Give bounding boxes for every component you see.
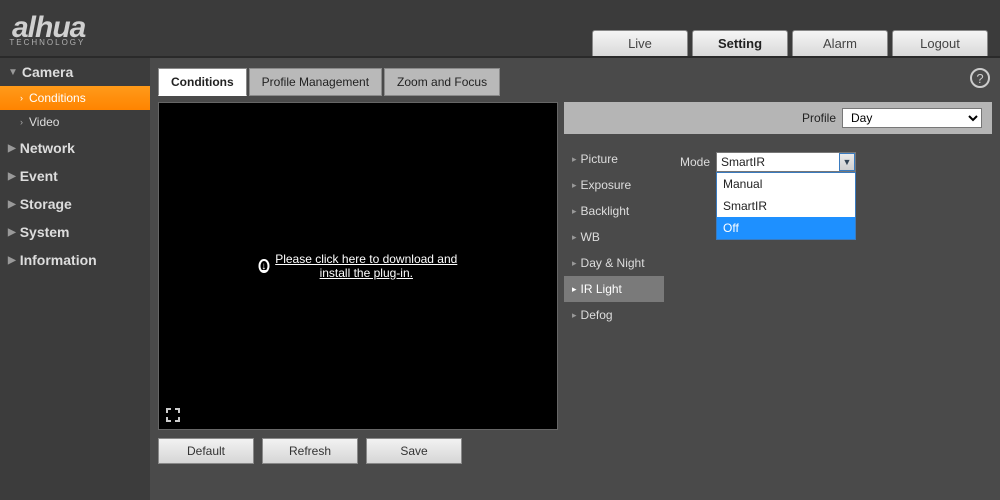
setting-ir-light[interactable]: ▸IR Light (564, 276, 664, 302)
dropdown-arrow-icon: ▼ (839, 153, 855, 171)
video-preview: ↓ Please click here to download and inst… (158, 102, 558, 430)
sidebar-item-network[interactable]: ▶Network (0, 134, 150, 162)
setting-backlight[interactable]: ▸Backlight (564, 198, 664, 224)
download-icon: ↓ (259, 259, 270, 273)
settings-list: ▸Picture ▸Exposure ▸Backlight ▸WB ▸Day &… (564, 134, 664, 430)
tab-profile-management[interactable]: Profile Management (249, 68, 382, 96)
right-pane: Profile Day ▸Picture ▸Exposure ▸Backligh… (564, 102, 992, 430)
sidebar-item-information[interactable]: ▶Information (0, 246, 150, 274)
refresh-button[interactable]: Refresh (262, 438, 358, 464)
button-row: Default Refresh Save (158, 438, 1000, 464)
mode-label: Mode (674, 155, 710, 169)
nav-setting[interactable]: Setting (692, 30, 788, 56)
body-row: ↓ Please click here to download and inst… (158, 102, 992, 430)
sidebar-item-camera[interactable]: ▼Camera (0, 58, 150, 86)
mode-option-smartir[interactable]: SmartIR (717, 195, 855, 217)
sidebar-item-event[interactable]: ▶Event (0, 162, 150, 190)
brand-sub: TECHNOLOGY (9, 38, 85, 47)
plugin-download-link[interactable]: ↓ Please click here to download and inst… (259, 252, 458, 280)
tab-conditions[interactable]: Conditions (158, 68, 247, 96)
nav-logout[interactable]: Logout (892, 30, 988, 56)
profile-bar: Profile Day (564, 102, 992, 134)
top-nav: Live Setting Alarm Logout (592, 30, 988, 56)
fullscreen-icon[interactable] (165, 407, 181, 423)
sidebar-item-system[interactable]: ▶System (0, 218, 150, 246)
save-button[interactable]: Save (366, 438, 462, 464)
sidebar-sub-video[interactable]: ›Video (0, 110, 150, 134)
default-button[interactable]: Default (158, 438, 254, 464)
content-area: Conditions Profile Management Zoom and F… (150, 58, 1000, 500)
mode-dropdown: Manual SmartIR Off (716, 172, 856, 240)
mode-option-manual[interactable]: Manual (717, 173, 855, 195)
profile-label: Profile (802, 111, 836, 125)
sidebar-item-storage[interactable]: ▶Storage (0, 190, 150, 218)
nav-alarm[interactable]: Alarm (792, 30, 888, 56)
sidebar-sub-conditions[interactable]: ›Conditions (0, 86, 150, 110)
nav-live[interactable]: Live (592, 30, 688, 56)
tab-row: Conditions Profile Management Zoom and F… (158, 66, 1000, 96)
mode-select-wrap: SmartIR ▼ Manual SmartIR Off (716, 152, 856, 172)
profile-select[interactable]: Day (842, 108, 982, 128)
brand-logo: alhua TECHNOLOGY (0, 11, 85, 45)
setting-picture[interactable]: ▸Picture (564, 146, 664, 172)
top-bar: alhua TECHNOLOGY Live Setting Alarm Logo… (0, 0, 1000, 56)
form-area: Mode SmartIR ▼ Manual SmartIR Off (664, 134, 992, 430)
mode-row: Mode SmartIR ▼ Manual SmartIR Off (674, 152, 982, 172)
tab-zoom-focus[interactable]: Zoom and Focus (384, 68, 500, 96)
mode-select-value: SmartIR (721, 155, 765, 169)
plugin-text: Please click here to download and instal… (275, 252, 457, 280)
right-body: ▸Picture ▸Exposure ▸Backlight ▸WB ▸Day &… (564, 134, 992, 430)
help-icon[interactable]: ? (970, 68, 990, 88)
setting-exposure[interactable]: ▸Exposure (564, 172, 664, 198)
setting-day-night[interactable]: ▸Day & Night (564, 250, 664, 276)
mode-option-off[interactable]: Off (717, 217, 855, 239)
mode-select[interactable]: SmartIR ▼ (716, 152, 856, 172)
setting-wb[interactable]: ▸WB (564, 224, 664, 250)
sidebar: ▼Camera ›Conditions ›Video ▶Network ▶Eve… (0, 58, 150, 500)
setting-defog[interactable]: ▸Defog (564, 302, 664, 328)
main-area: ▼Camera ›Conditions ›Video ▶Network ▶Eve… (0, 58, 1000, 500)
